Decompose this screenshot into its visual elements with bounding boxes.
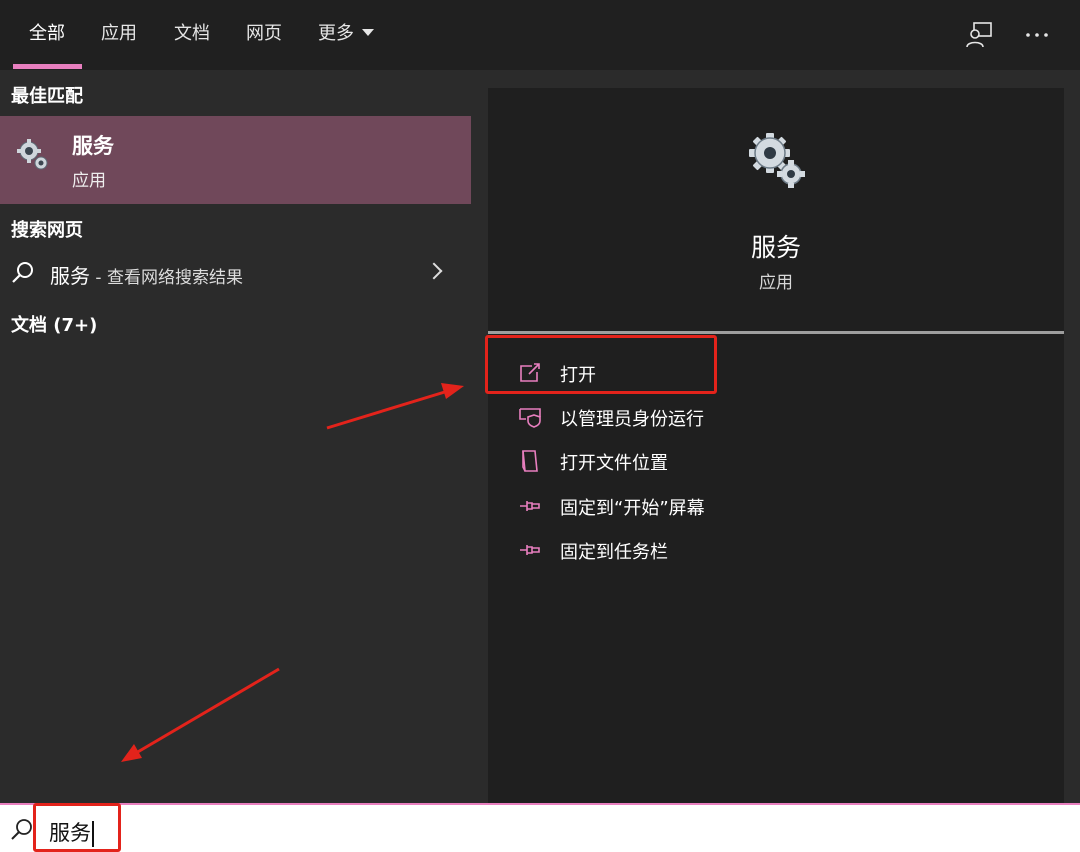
panel-edge [1064,70,1080,803]
action-pin-to-start[interactable]: 固定到“开始”屏幕 [518,488,948,524]
search-icon [12,262,33,283]
action-pin-to-taskbar-label: 固定到任务栏 [560,542,668,563]
tab-all[interactable]: 全部 [29,0,65,70]
action-open-file-location-label: 打开文件位置 [560,453,668,474]
web-search-header: 搜索网页 [11,220,83,241]
more-options-icon[interactable] [1022,20,1052,50]
results-panel: 最佳匹配 服务 应用 搜索网页 服务 - 查看网络搜索结果 文档 (7+) [0,70,471,803]
best-match-title: 服务 [72,134,114,158]
action-open-file-location[interactable]: 打开文件位置 [518,443,948,479]
search-bar: 服务 [0,803,1080,852]
gears-icon [749,133,805,188]
action-run-as-admin[interactable]: 以管理员身份运行 [518,399,948,435]
tab-more-label: 更多 [318,23,354,44]
annotation-highlight-search [33,803,121,852]
file-location-icon [522,450,538,472]
tab-documents[interactable]: 文档 [174,0,210,70]
app-title: 服务 [750,233,801,262]
best-match-header: 最佳匹配 [11,86,83,107]
app-subtitle: 应用 [759,273,793,293]
gears-icon [17,139,48,170]
tab-web[interactable]: 网页 [246,0,282,70]
web-search-suffix: - 查看网络搜索结果 [90,268,243,288]
documents-header[interactable]: 文档 (7+) [11,311,97,337]
divider [488,331,1064,334]
chevron-right-icon[interactable] [425,262,443,280]
pin-icon [520,545,540,555]
top-filter-bar: 全部 应用 文档 网页 更多 [0,0,1080,70]
admin-shield-icon [519,408,541,428]
detail-panel: 服务 应用 打开 以管理员身份运行 打开文件位置 固定到“开始”屏幕 固定到任务… [488,88,1064,803]
feedback-icon[interactable] [964,20,994,50]
best-match-item[interactable]: 服务 应用 [0,116,471,204]
web-search-text: 服务 - 查看网络搜索结果 [50,260,243,289]
search-icon [11,819,32,840]
active-tab-indicator [13,64,82,69]
annotation-highlight-open [485,335,717,394]
best-match-subtitle: 应用 [72,171,106,191]
web-search-item[interactable]: 服务 - 查看网络搜索结果 [0,248,471,298]
action-pin-to-start-label: 固定到“开始”屏幕 [560,498,705,519]
tab-more[interactable]: 更多 [318,0,374,70]
chevron-down-icon [362,28,374,36]
pin-icon [520,501,540,511]
tab-apps[interactable]: 应用 [101,0,137,70]
action-pin-to-taskbar[interactable]: 固定到任务栏 [518,532,948,568]
action-run-as-admin-label: 以管理员身份运行 [560,409,704,430]
web-search-query: 服务 [50,264,90,288]
